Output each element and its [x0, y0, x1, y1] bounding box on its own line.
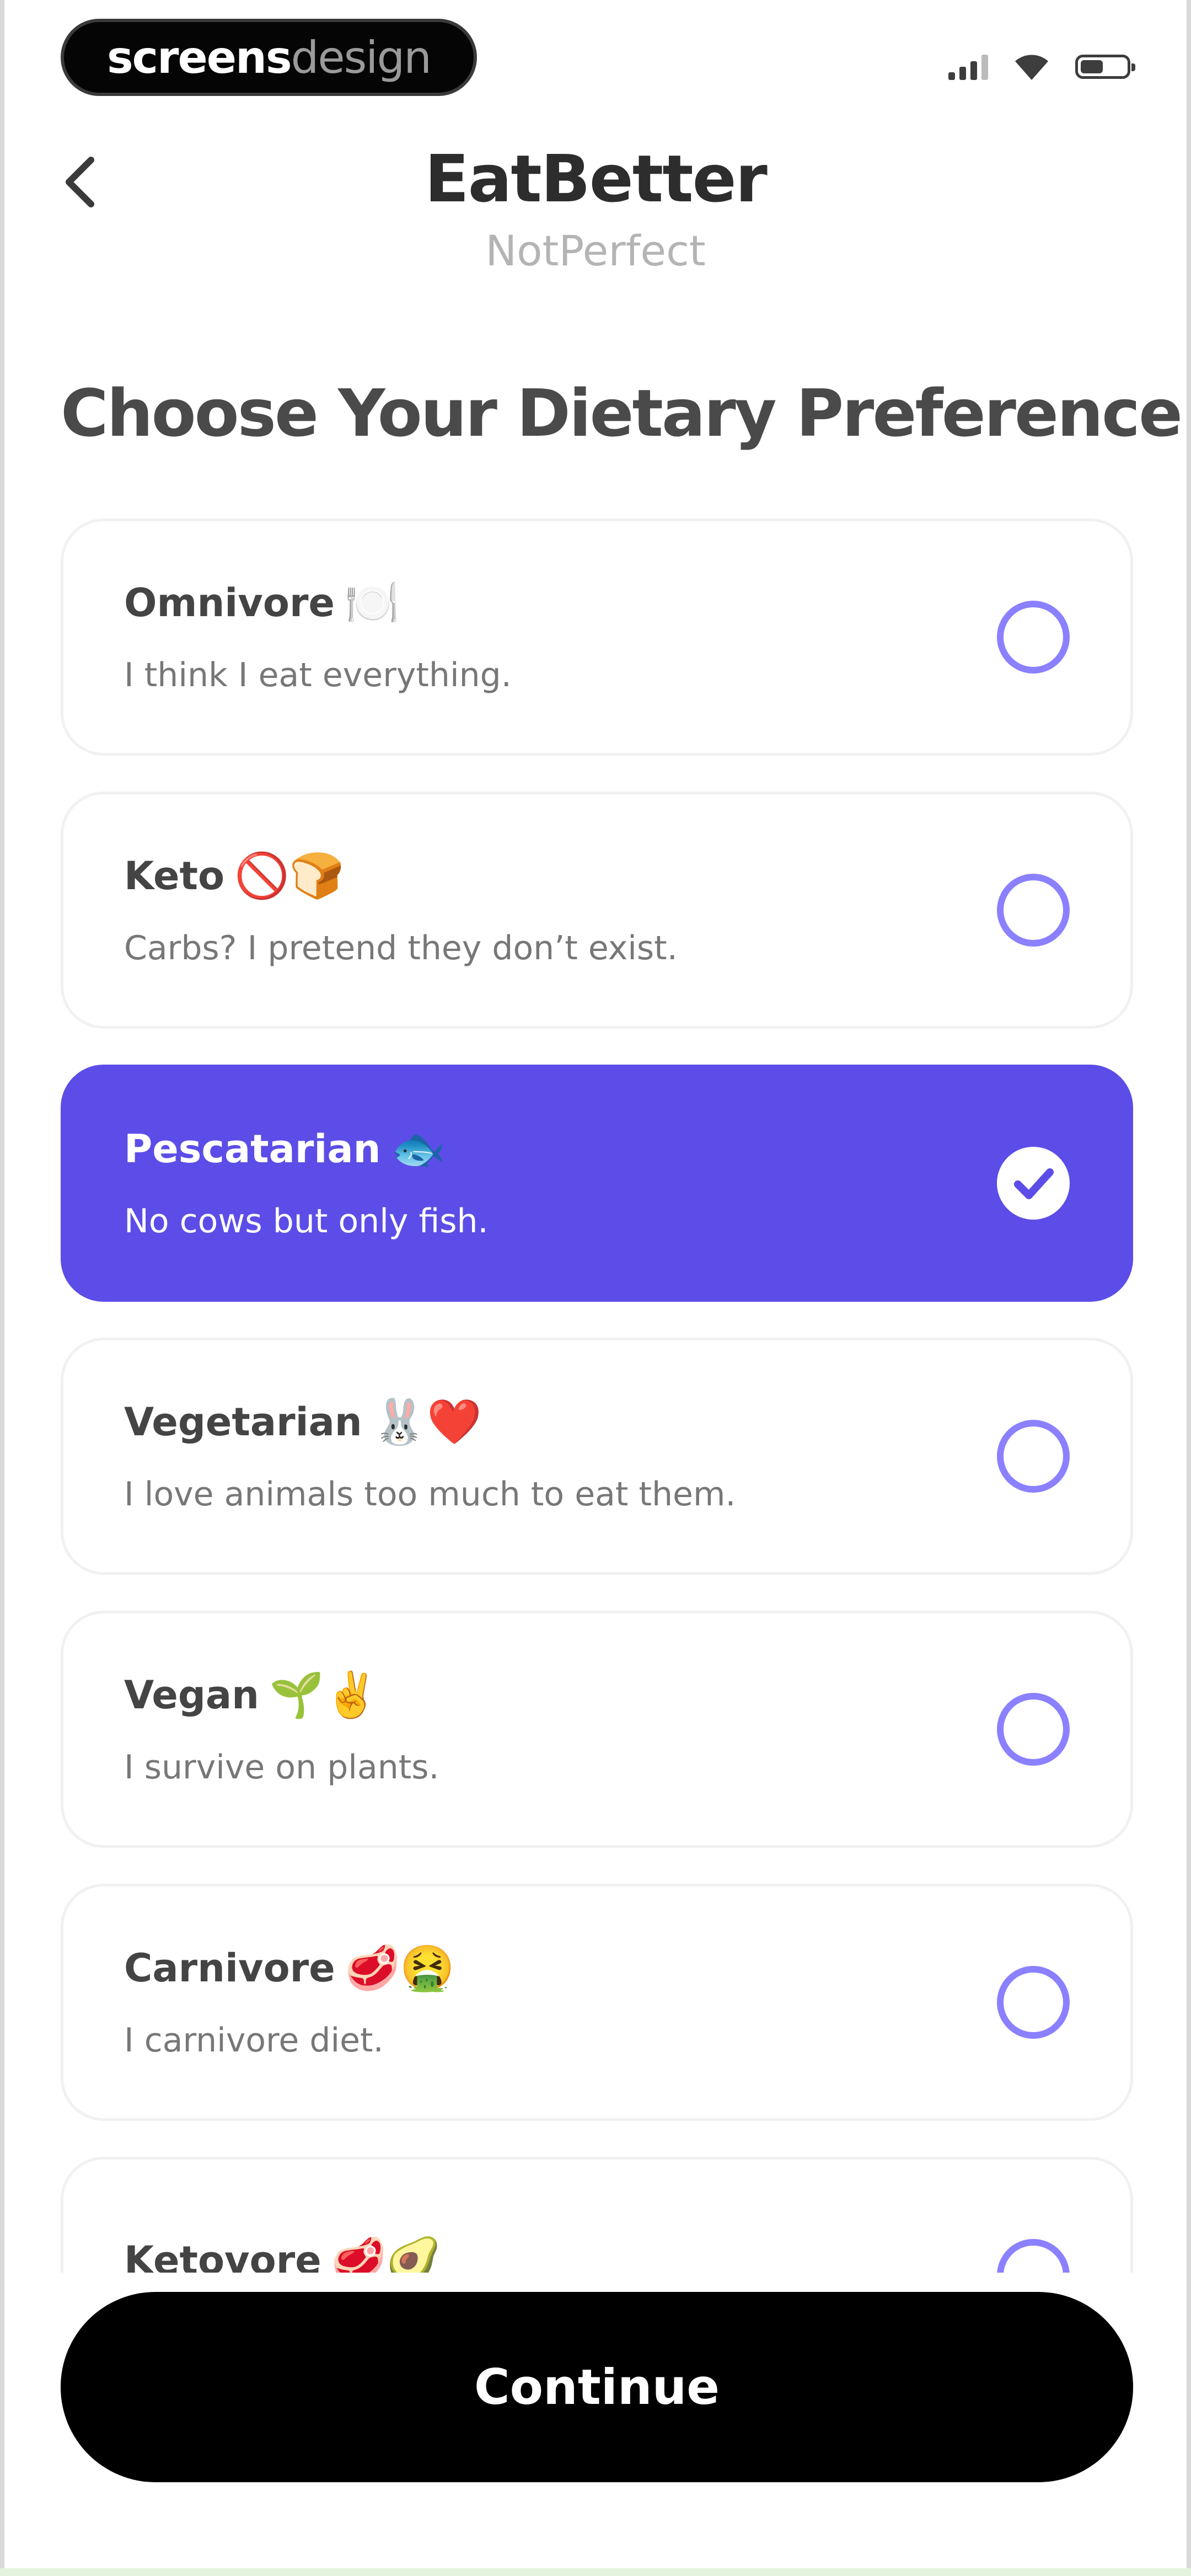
- radio-button[interactable]: [997, 1966, 1070, 2039]
- option-title-text: Keto: [124, 853, 225, 899]
- radio-button[interactable]: [997, 601, 1070, 674]
- radio-button[interactable]: [997, 1693, 1070, 1766]
- option-title: Vegan 🌱✌️: [124, 1672, 439, 1718]
- signal-icon: [948, 54, 988, 80]
- frame-edge-left: [0, 0, 4, 2576]
- option-text: Ketovore 🥩🥑: [124, 2238, 441, 2273]
- radio-button[interactable]: [997, 1420, 1070, 1493]
- option-vegan[interactable]: Vegan 🌱✌️ I survive on plants.: [61, 1611, 1133, 1848]
- battery-icon: [1075, 55, 1135, 79]
- option-title-text: Vegan: [124, 1672, 259, 1718]
- fish-icon: 🐟: [390, 1123, 446, 1174]
- option-description: Carbs? I pretend they don’t exist.: [124, 928, 678, 968]
- status-bar: [948, 52, 1135, 81]
- badge-text-bold: screens: [107, 31, 292, 83]
- check-icon: [1014, 1168, 1054, 1199]
- app-subtitle: NotPerfect: [485, 226, 706, 275]
- diet-option-list: Omnivore 🍽️ I think I eat everything. Ket…: [61, 519, 1133, 2273]
- option-description: I love animals too much to eat them.: [124, 1474, 736, 1514]
- screensdesign-badge: screens design: [61, 19, 477, 96]
- option-description: I carnivore diet.: [124, 2021, 384, 2060]
- radio-button-checked[interactable]: [997, 1147, 1070, 1220]
- option-text: Carnivore 🥩🤮 I carnivore diet.: [124, 1946, 455, 2060]
- option-title-text: Vegetarian: [124, 1399, 362, 1445]
- radio-button[interactable]: [997, 874, 1070, 947]
- option-ketovore[interactable]: Ketovore 🥩🥑: [61, 2157, 1133, 2273]
- page-heading: Choose Your Dietary Preference: [61, 375, 1183, 451]
- radio-button[interactable]: [997, 2239, 1070, 2273]
- option-carnivore[interactable]: Carnivore 🥩🤮 I carnivore diet.: [61, 1884, 1133, 2121]
- bottom-accent-line: [0, 2568, 1191, 2576]
- option-title-text: Ketovore: [124, 2237, 321, 2273]
- option-text: Omnivore 🍽️ I think I eat everything.: [124, 580, 512, 694]
- option-title: Carnivore 🥩🤮: [124, 1946, 455, 1991]
- meat-avocado-icon: 🥩🥑: [331, 2234, 441, 2273]
- option-title: Omnivore 🍽️: [124, 580, 512, 626]
- option-keto[interactable]: Keto 🚫🍞 Carbs? I pretend they don’t exist…: [61, 792, 1133, 1029]
- option-title-text: Omnivore: [124, 580, 335, 626]
- option-description: I survive on plants.: [124, 1747, 439, 1787]
- option-text: Pescatarian 🐟 No cows but only fish.: [124, 1126, 489, 1241]
- sprout-peace-icon: 🌱✌️: [269, 1669, 379, 1720]
- plate-icon: 🍽️: [345, 576, 400, 628]
- option-omnivore[interactable]: Omnivore 🍽️ I think I eat everything.: [61, 519, 1133, 756]
- wifi-icon: [1015, 55, 1048, 80]
- frame-edge-right: [1187, 0, 1191, 2576]
- option-title: Vegetarian 🐰❤️: [124, 1399, 736, 1445]
- option-title: Pescatarian 🐟: [124, 1126, 489, 1172]
- option-title: Ketovore 🥩🥑: [124, 2238, 441, 2273]
- option-text: Keto 🚫🍞 Carbs? I pretend they don’t exist…: [124, 853, 678, 968]
- option-pescatarian[interactable]: Pescatarian 🐟 No cows but only fish.: [61, 1065, 1133, 1302]
- option-title: Keto 🚫🍞: [124, 853, 678, 899]
- meat-face-icon: 🥩🤮: [345, 1942, 455, 1994]
- badge-text-light: design: [291, 31, 432, 83]
- option-description: I think I eat everything.: [124, 655, 512, 694]
- option-text: Vegetarian 🐰❤️ I love animals too much to…: [124, 1399, 736, 1514]
- app-title: EatBetter: [425, 141, 768, 217]
- option-description: No cows but only fish.: [124, 1201, 489, 1241]
- no-bread-icon: 🚫🍞: [234, 849, 345, 901]
- option-title-text: Carnivore: [124, 1945, 335, 1991]
- option-title-text: Pescatarian: [124, 1126, 381, 1172]
- continue-button[interactable]: Continue: [61, 2292, 1133, 2482]
- option-vegetarian[interactable]: Vegetarian 🐰❤️ I love animals too much to…: [61, 1338, 1133, 1575]
- bunny-heart-icon: 🐰❤️: [372, 1396, 482, 1447]
- option-text: Vegan 🌱✌️ I survive on plants.: [124, 1672, 439, 1787]
